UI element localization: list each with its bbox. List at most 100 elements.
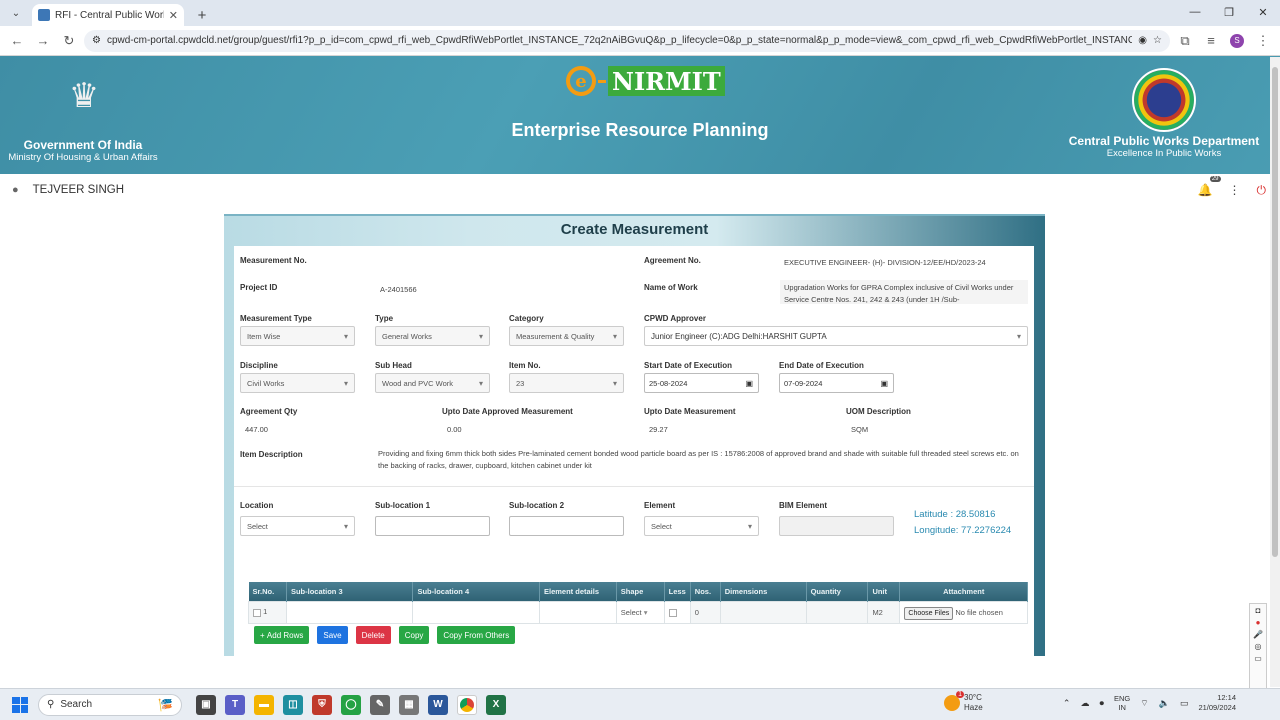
measurement-type-select[interactable]: Item Wise [240, 326, 355, 346]
cpwd-tagline: Excellence In Public Works [1106, 148, 1222, 159]
browser-menu-icon[interactable]: ⋮ [1252, 30, 1274, 52]
col-quantity: Quantity [806, 582, 869, 601]
tab-list-button[interactable]: ⌄ [4, 2, 28, 24]
name-of-work-textarea[interactable]: Upgradation Works for GPRA Complex inclu… [780, 280, 1028, 304]
battery-icon[interactable]: ▭ [1180, 698, 1189, 709]
windows-taskbar: ⚲ Search 🎏 ▣ T ▬ ◫ ⛨ ◯ ✎ ▦ W X 1 30°C Haz… [0, 688, 1280, 720]
app-icon[interactable]: ◫ [283, 694, 303, 715]
bookmark-star-icon[interactable]: ☆ [1153, 35, 1162, 46]
notification-bell-icon[interactable]: 🔔 29 [1198, 176, 1221, 197]
site-info-icon[interactable]: ⚙ [92, 35, 101, 46]
more-menu-icon[interactable]: ⋮ [1229, 183, 1241, 197]
search-highlight-icon: 🎏 [158, 697, 173, 712]
cpwd-approver-select[interactable]: Junior Engineer (C):ADG Delhi:HARSHIT GU… [644, 326, 1028, 346]
nos-cell[interactable]: 0 [689, 600, 721, 624]
profile-avatar[interactable]: S [1226, 30, 1248, 52]
logout-power-icon[interactable]: ⏻ [1257, 183, 1267, 198]
sublocation3-cell[interactable] [285, 600, 414, 624]
whatsapp-icon[interactable]: ◯ [341, 694, 361, 715]
calendar-icon[interactable]: ▣ [880, 379, 888, 388]
element-details-cell[interactable] [538, 600, 617, 624]
tab-title: RFI - Central Public Works Depa [55, 9, 164, 21]
attachment-cell: Choose Files No file chosen [899, 600, 1028, 624]
reload-icon[interactable]: ↻ [58, 30, 80, 52]
copy-from-others-button[interactable]: Copy From Others [437, 626, 516, 644]
back-icon[interactable]: ← [6, 30, 28, 52]
media-icon[interactable]: ≡ [1200, 30, 1222, 52]
record-icon[interactable]: ● [1256, 618, 1261, 627]
choose-files-button[interactable]: Choose Files [904, 606, 954, 620]
maximize-icon[interactable]: ❐ [1212, 0, 1246, 24]
page-scrollbar[interactable] [1270, 57, 1280, 687]
add-rows-button[interactable]: + Add Rows [254, 626, 310, 644]
type-select[interactable]: General Works [375, 326, 490, 346]
teams-icon[interactable]: T [225, 694, 245, 715]
itemno-select[interactable]: 23 [509, 373, 624, 393]
location-icon[interactable]: ◉ [1138, 35, 1147, 46]
table-row: 1 Select ▾ 0 M2 Choose Files No file cho… [248, 600, 1028, 624]
scrollbar-thumb[interactable] [1272, 67, 1278, 557]
tool-app-icon[interactable]: ✎ [370, 694, 390, 715]
microphone-icon[interactable]: 🎤 [1253, 630, 1263, 639]
calculator-icon[interactable]: ▦ [399, 694, 419, 715]
mic-tray-icon[interactable]: ⏺ [1099, 698, 1104, 709]
tab-close-icon[interactable]: ✕ [169, 9, 178, 22]
camera-icon[interactable]: ◘ [1256, 606, 1261, 615]
less-checkbox[interactable] [668, 608, 677, 617]
clock[interactable]: 12:14 21/09/2024 [1198, 693, 1236, 713]
weather-widget[interactable]: 1 30°C Haze [944, 691, 983, 713]
sublocation4-cell[interactable] [412, 600, 540, 624]
discipline-label: Discipline [240, 361, 278, 370]
discipline-select[interactable]: Civil Works [240, 373, 355, 393]
dimensions-cell[interactable] [719, 600, 807, 624]
location-select[interactable]: Select [240, 516, 355, 536]
task-view-icon[interactable]: ▣ [196, 694, 216, 715]
weather-desc: Haze [964, 703, 983, 712]
end-date-input[interactable]: 07-09-2024 ▣ [779, 373, 894, 393]
new-tab-button[interactable]: + [190, 4, 214, 26]
excel-icon[interactable]: X [486, 694, 506, 715]
category-select[interactable]: Measurement & Quality [509, 326, 624, 346]
extensions-icon[interactable]: ⧉ [1174, 30, 1196, 52]
security-app-icon[interactable]: ⛨ [312, 694, 332, 715]
plus-icon: + [260, 630, 267, 640]
sublocation2-input[interactable] [509, 516, 624, 536]
sublocation1-input[interactable] [375, 516, 490, 536]
webcam-icon[interactable]: ◎ [1255, 642, 1262, 651]
language-indicator[interactable]: ENG IN [1114, 694, 1130, 712]
col-dimensions: Dimensions [720, 582, 807, 601]
cloud-icon[interactable]: ☁ [1080, 698, 1089, 709]
item-description-textarea[interactable]: Providing and fixing 6mm thick both side… [374, 446, 1028, 472]
save-button[interactable]: Save [317, 626, 348, 644]
file-explorer-icon[interactable]: ▬ [254, 694, 274, 715]
element-select[interactable]: Select [644, 516, 759, 536]
start-date-value: 25-08-2024 [649, 378, 688, 388]
volume-icon[interactable]: 🔈 [1159, 698, 1170, 709]
forward-icon[interactable]: → [32, 30, 54, 52]
weather-badge: 1 [956, 691, 964, 698]
bim-element-input[interactable] [779, 516, 894, 536]
chevron-up-icon[interactable]: ⌃ [1063, 698, 1071, 709]
shape-select[interactable]: Select ▾ [615, 600, 665, 624]
subhead-select[interactable]: Wood and PVC Work [375, 373, 490, 393]
delete-button[interactable]: Delete [355, 626, 391, 644]
chevron-down-icon: ▾ [643, 607, 648, 617]
name-of-work-label: Name of Work [644, 283, 698, 292]
word-icon[interactable]: W [428, 694, 448, 715]
url-field[interactable]: ⚙ cpwd-cm-portal.cpwdcld.net/group/guest… [84, 29, 1170, 52]
close-window-icon[interactable]: ✕ [1246, 0, 1280, 24]
chrome-icon[interactable] [457, 694, 477, 715]
form-card: Measurement No. Agreement No. EXECUTIVE … [234, 246, 1034, 674]
calendar-icon[interactable]: ▣ [745, 379, 753, 388]
row-checkbox[interactable] [253, 608, 261, 617]
start-button-icon[interactable] [12, 696, 28, 713]
start-date-input[interactable]: 25-08-2024 ▣ [644, 373, 759, 393]
wifi-icon[interactable]: ⌔ [1140, 698, 1148, 709]
minimize-icon[interactable]: — [1178, 0, 1212, 24]
user-name: TEJVEER SINGH [32, 184, 125, 196]
browser-tab[interactable]: RFI - Central Public Works Depa ✕ [32, 4, 184, 26]
copy-button[interactable]: Copy [398, 626, 430, 644]
taskbar-search[interactable]: ⚲ Search 🎏 [38, 693, 182, 716]
project-id-label: Project ID [240, 283, 278, 292]
screen-icon[interactable]: ▭ [1254, 654, 1262, 663]
